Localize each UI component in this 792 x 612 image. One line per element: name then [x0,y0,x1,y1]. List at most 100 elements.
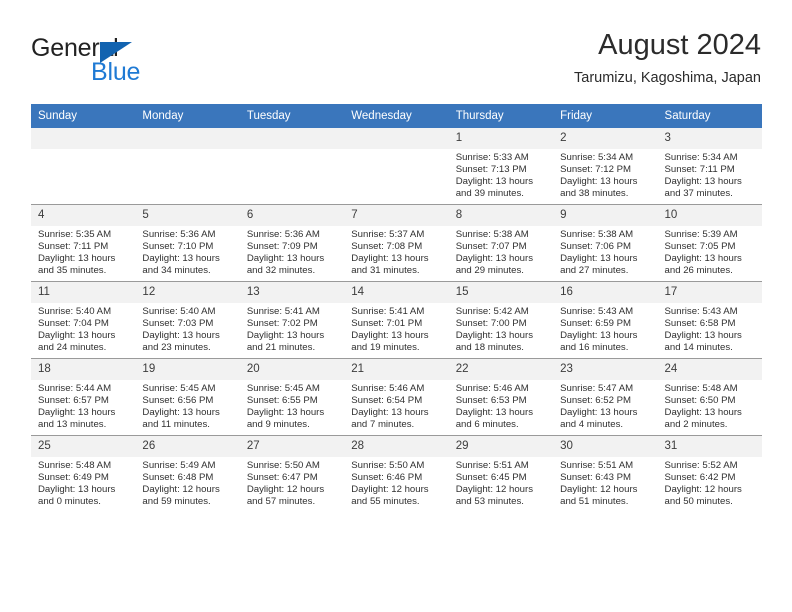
daylight-text-line2: and 35 minutes. [38,264,107,276]
daylight-text-line1: Daylight: 13 hours [455,406,534,418]
day-number: 31 [657,436,762,457]
daylight-text-line2: and 24 minutes. [38,341,107,353]
daylight-text-line2: and 23 minutes. [142,341,211,353]
day-number: 20 [239,359,345,380]
calendar-day-cell[interactable]: 29 Sunrise: 5:51 AM Sunset: 6:45 PM Dayligh… [448,435,554,512]
day-details: Sunrise: 5:43 AM Sunset: 6:58 PM Daylight:… [658,303,762,354]
sunset-text: Sunset: 6:42 PM [664,471,736,483]
day-details [240,149,344,152]
day-details: Sunrise: 5:49 AM Sunset: 6:48 PM Daylight:… [135,457,239,508]
calendar-week-row: 1 Sunrise: 5:33 AM Sunset: 7:13 PM Daylight… [31,128,762,205]
calendar-day-cell[interactable]: 31 Sunrise: 5:52 AM Sunset: 6:42 PM Dayligh… [657,435,762,512]
sunset-text: Sunset: 7:08 PM [351,240,423,252]
daylight-text-line1: Daylight: 13 hours [142,406,220,418]
day-number: 15 [448,282,554,303]
sunrise-text: Sunrise: 5:46 AM [351,383,425,394]
sunset-text: Sunset: 7:04 PM [38,317,109,329]
calendar-day-cell[interactable]: 6 Sunrise: 5:36 AM Sunset: 7:09 PM Daylight… [239,204,345,282]
daylight-text-line1: Daylight: 13 hours [38,252,116,264]
sunrise-text: Sunrise: 5:42 AM [455,306,529,317]
daylight-text-line1: Daylight: 13 hours [664,406,742,418]
calendar-day-cell[interactable]: 25 Sunrise: 5:48 AM Sunset: 6:49 PM Dayligh… [31,435,136,512]
calendar-day-cell[interactable]: 21 Sunrise: 5:46 AM Sunset: 6:54 PM Dayligh… [344,358,449,436]
calendar-day-cell-empty [31,128,136,205]
calendar-page: General Blue August 2024 Tarumizu, Kagos… [0,0,792,612]
calendar-day-cell[interactable]: 1 Sunrise: 5:33 AM Sunset: 7:13 PM Daylight… [448,128,554,205]
day-number: 5 [135,205,240,226]
day-details: Sunrise: 5:40 AM Sunset: 7:03 PM Daylight:… [135,303,239,354]
day-details: Sunrise: 5:45 AM Sunset: 6:55 PM Daylight:… [240,380,344,431]
calendar-day-cell[interactable]: 16 Sunrise: 5:43 AM Sunset: 6:59 PM Dayligh… [553,281,658,359]
page-header: General Blue August 2024 Tarumizu, Kagos… [31,28,761,94]
weekday-header-sunday: Sunday [31,104,136,128]
sunrise-text: Sunrise: 5:37 AM [351,229,425,240]
daylight-text-line2: and 34 minutes. [142,264,211,276]
page-subtitle: Tarumizu, Kagoshima, Japan [574,70,761,86]
sunset-text: Sunset: 6:48 PM [142,471,214,483]
calendar-day-cell[interactable]: 22 Sunrise: 5:46 AM Sunset: 6:53 PM Dayligh… [448,358,554,436]
sunset-text: Sunset: 7:07 PM [455,240,527,252]
calendar-day-cell[interactable]: 13 Sunrise: 5:41 AM Sunset: 7:02 PM Dayligh… [239,281,345,359]
day-number: 28 [344,436,449,457]
sunrise-text: Sunrise: 5:48 AM [664,383,738,394]
calendar-day-cell[interactable]: 23 Sunrise: 5:47 AM Sunset: 6:52 PM Dayligh… [553,358,658,436]
calendar-day-cell[interactable]: 5 Sunrise: 5:36 AM Sunset: 7:10 PM Daylight… [135,204,240,282]
sunrise-text: Sunrise: 5:44 AM [38,383,112,394]
day-number: 9 [553,205,658,226]
calendar-day-cell[interactable]: 10 Sunrise: 5:39 AM Sunset: 7:05 PM Dayligh… [657,204,762,282]
day-details: Sunrise: 5:48 AM Sunset: 6:49 PM Daylight:… [31,457,135,508]
calendar-grid: Sunday Monday Tuesday Wednesday Thursday… [31,104,762,512]
calendar-day-cell[interactable]: 14 Sunrise: 5:41 AM Sunset: 7:01 PM Dayligh… [344,281,449,359]
daylight-text-line2: and 6 minutes. [455,418,519,430]
sunrise-text: Sunrise: 5:43 AM [560,306,634,317]
calendar-day-cell[interactable]: 27 Sunrise: 5:50 AM Sunset: 6:47 PM Dayligh… [239,435,345,512]
calendar-day-cell[interactable]: 11 Sunrise: 5:40 AM Sunset: 7:04 PM Dayligh… [31,281,136,359]
sunrise-text: Sunrise: 5:39 AM [664,229,738,240]
daylight-text-line1: Daylight: 13 hours [560,406,638,418]
daylight-text-line2: and 18 minutes. [455,341,524,353]
sunset-text: Sunset: 6:53 PM [455,394,527,406]
daylight-text-line1: Daylight: 13 hours [664,329,742,341]
calendar-day-cell[interactable]: 30 Sunrise: 5:51 AM Sunset: 6:43 PM Dayligh… [553,435,658,512]
daylight-text-line2: and 21 minutes. [246,341,316,353]
sunset-text: Sunset: 6:46 PM [351,471,423,483]
day-details: Sunrise: 5:44 AM Sunset: 6:57 PM Daylight:… [31,380,135,431]
sunrise-text: Sunrise: 5:45 AM [246,383,320,394]
calendar-day-cell[interactable]: 2 Sunrise: 5:34 AM Sunset: 7:12 PM Daylight… [553,128,658,205]
calendar-day-cell[interactable]: 24 Sunrise: 5:48 AM Sunset: 6:50 PM Dayligh… [657,358,762,436]
daylight-text-line1: Daylight: 13 hours [246,329,325,341]
daylight-text-line2: and 38 minutes. [560,187,629,199]
sunset-text: Sunset: 6:47 PM [246,471,318,483]
daylight-text-line1: Daylight: 13 hours [142,252,220,264]
sunset-text: Sunset: 6:58 PM [664,317,736,329]
day-number: 6 [239,205,345,226]
calendar-day-cell[interactable]: 9 Sunrise: 5:38 AM Sunset: 7:06 PM Daylight… [553,204,658,282]
calendar-day-cell[interactable]: 17 Sunrise: 5:43 AM Sunset: 6:58 PM Dayligh… [657,281,762,359]
daylight-text-line1: Daylight: 13 hours [455,252,534,264]
calendar-day-cell[interactable]: 20 Sunrise: 5:45 AM Sunset: 6:55 PM Dayligh… [239,358,345,436]
calendar-day-cell[interactable]: 3 Sunrise: 5:34 AM Sunset: 7:11 PM Daylight… [657,128,762,205]
calendar-day-cell[interactable]: 15 Sunrise: 5:42 AM Sunset: 7:00 PM Dayligh… [448,281,554,359]
sunrise-text: Sunrise: 5:41 AM [351,306,425,317]
sunset-text: Sunset: 7:11 PM [38,240,109,252]
day-details: Sunrise: 5:47 AM Sunset: 6:52 PM Daylight:… [553,380,657,431]
calendar-week-row: 18 Sunrise: 5:44 AM Sunset: 6:57 PM Dayligh… [31,358,762,436]
calendar-day-cell[interactable]: 12 Sunrise: 5:40 AM Sunset: 7:03 PM Dayligh… [135,281,240,359]
daylight-text-line2: and 37 minutes. [664,187,733,199]
calendar-day-cell[interactable]: 4 Sunrise: 5:35 AM Sunset: 7:11 PM Daylight… [31,204,136,282]
daylight-text-line1: Daylight: 13 hours [246,406,325,418]
day-number: 17 [657,282,762,303]
calendar-day-cell[interactable]: 19 Sunrise: 5:45 AM Sunset: 6:56 PM Dayligh… [135,358,240,436]
daylight-text-line1: Daylight: 13 hours [560,252,638,264]
daylight-text-line1: Daylight: 13 hours [351,329,429,341]
day-number: 12 [135,282,240,303]
sunrise-text: Sunrise: 5:51 AM [560,460,634,471]
day-number [239,128,345,149]
calendar-day-cell[interactable]: 7 Sunrise: 5:37 AM Sunset: 7:08 PM Daylight… [344,204,449,282]
calendar-day-cell[interactable]: 18 Sunrise: 5:44 AM Sunset: 6:57 PM Dayligh… [31,358,136,436]
general-blue-logo[interactable]: General Blue [31,34,231,90]
calendar-day-cell[interactable]: 28 Sunrise: 5:50 AM Sunset: 6:46 PM Dayligh… [344,435,449,512]
sunrise-text: Sunrise: 5:50 AM [351,460,425,471]
calendar-day-cell[interactable]: 26 Sunrise: 5:49 AM Sunset: 6:48 PM Dayligh… [135,435,240,512]
calendar-day-cell[interactable]: 8 Sunrise: 5:38 AM Sunset: 7:07 PM Daylight… [448,204,554,282]
